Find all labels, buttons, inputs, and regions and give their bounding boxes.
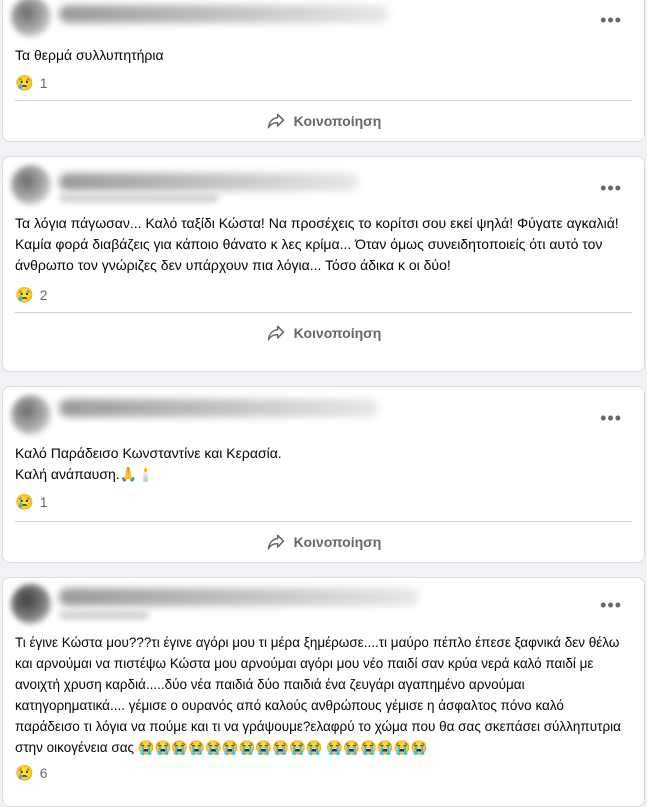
crying-face-icon: 😢	[15, 765, 34, 782]
comment-card: ••• Τα λόγια πάγωσαν... Καλό ταξίδι Κώστ…	[2, 156, 645, 372]
comment-card: ••• Καλό Παράδεισο Κωνσταντίνε και Κερασ…	[2, 386, 645, 563]
author-meta-blurred	[59, 610, 149, 620]
author-name-blurred[interactable]	[59, 173, 359, 191]
author-name-blurred[interactable]	[59, 5, 389, 23]
share-label: Κοινοποίηση	[293, 113, 382, 129]
reaction-summary[interactable]: 😢 1	[3, 70, 644, 96]
author-name-blurred[interactable]	[59, 399, 379, 417]
author-meta-blurred	[59, 193, 219, 203]
comment-header: •••	[3, 578, 644, 632]
reaction-summary[interactable]: 😢 1	[3, 489, 644, 515]
more-options-icon[interactable]: •••	[600, 409, 622, 427]
share-label: Κοινοποίηση	[293, 534, 382, 550]
share-arrow-icon	[267, 113, 284, 129]
share-button[interactable]: Κοινοποίηση	[3, 313, 644, 353]
comment-card: ••• Τι έγινε Κώστα μου???τι έγινε αγόρι …	[2, 577, 645, 807]
more-options-icon[interactable]: •••	[600, 179, 622, 197]
reaction-count: 2	[39, 287, 48, 303]
comment-header: •••	[3, 387, 644, 443]
comment-text: Τα θερμά συλλυπητήρια	[15, 47, 164, 63]
share-label: Κοινοποίηση	[293, 325, 382, 341]
comment-text: Καλό Παράδεισο Κωνσταντίνε και Κερασία. …	[15, 445, 282, 482]
author-name-blurred[interactable]	[59, 588, 419, 606]
comment-text: Τι έγινε Κώστα μου???τι έγινε αγόρι μου …	[15, 635, 621, 755]
crying-face-icon: 😢	[15, 494, 34, 511]
share-button[interactable]: Κοινοποίηση	[3, 101, 644, 141]
comment-header: •••	[3, 157, 644, 213]
reaction-summary[interactable]: 😢 6	[3, 760, 644, 786]
crying-face-icon: 😢	[15, 75, 34, 92]
avatar[interactable]	[11, 395, 51, 435]
more-options-icon[interactable]: •••	[600, 11, 622, 29]
reaction-count: 1	[39, 75, 48, 91]
avatar[interactable]	[11, 165, 51, 205]
comment-text: Τα λόγια πάγωσαν... Καλό ταξίδι Κώστα! Ν…	[15, 215, 619, 273]
avatar[interactable]	[11, 584, 51, 624]
reaction-count: 6	[39, 765, 48, 781]
more-options-icon[interactable]: •••	[600, 596, 622, 614]
comment-header: •••	[3, 0, 644, 45]
reaction-summary[interactable]: 😢 2	[3, 282, 644, 308]
share-arrow-icon	[267, 325, 284, 341]
reaction-count: 1	[39, 494, 48, 510]
share-button[interactable]: Κοινοποίηση	[3, 522, 644, 562]
share-arrow-icon	[267, 534, 284, 550]
crying-face-icon: 😢	[15, 287, 34, 304]
avatar[interactable]	[11, 0, 51, 37]
comment-card: ••• Τα θερμά συλλυπητήρια 😢 1 Κοινοποίησ…	[2, 0, 645, 142]
